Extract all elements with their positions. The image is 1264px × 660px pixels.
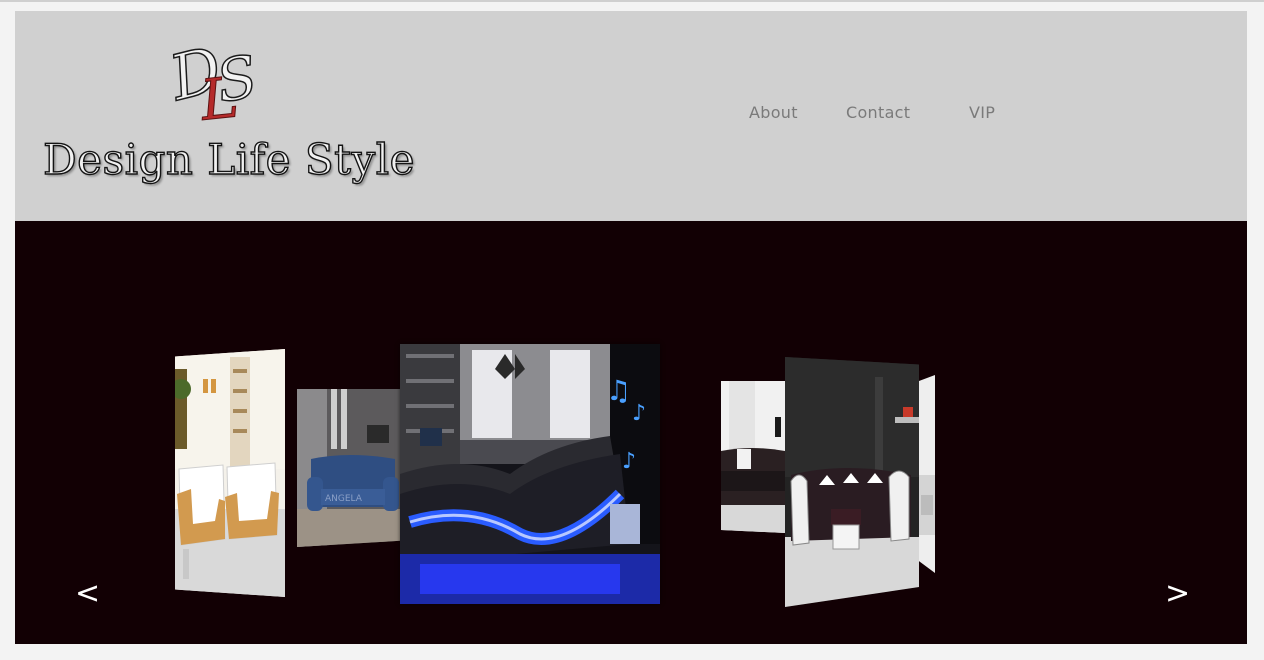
carousel-slide-3[interactable]: ♫ ♪ ♪ [400,344,660,604]
svg-text:♫: ♫ [606,374,631,407]
nav-about[interactable]: About [749,103,798,122]
nav-contact[interactable]: Contact [846,103,910,122]
carousel-slide-2[interactable]: ANGELA [297,389,402,547]
logo-monogram: DLS [162,31,263,134]
carousel-prev-button[interactable]: < [75,579,100,609]
carousel-slide-4[interactable] [721,381,785,533]
carousel-slide-5[interactable] [785,357,919,607]
svg-text:♪: ♪ [632,401,646,426]
browser-top-border [0,0,1264,2]
page: DLS Design Life Style About Contact VIP [15,11,1247,644]
carousel-next-button[interactable]: > [1165,579,1190,609]
site-header: DLS Design Life Style About Contact VIP [15,11,1247,221]
nav-vip[interactable]: VIP [969,103,995,122]
site-logo[interactable]: DLS Design Life Style [42,31,415,203]
logo-text: Design Life Style [42,134,416,184]
image-carousel: ANGELA ♫ ♪ ♪ < > [15,221,1247,644]
svg-text:ANGELA: ANGELA [325,494,363,504]
carousel-slide-6[interactable] [919,375,935,573]
svg-text:♪: ♪ [622,449,636,474]
carousel-slide-1[interactable] [175,349,285,597]
